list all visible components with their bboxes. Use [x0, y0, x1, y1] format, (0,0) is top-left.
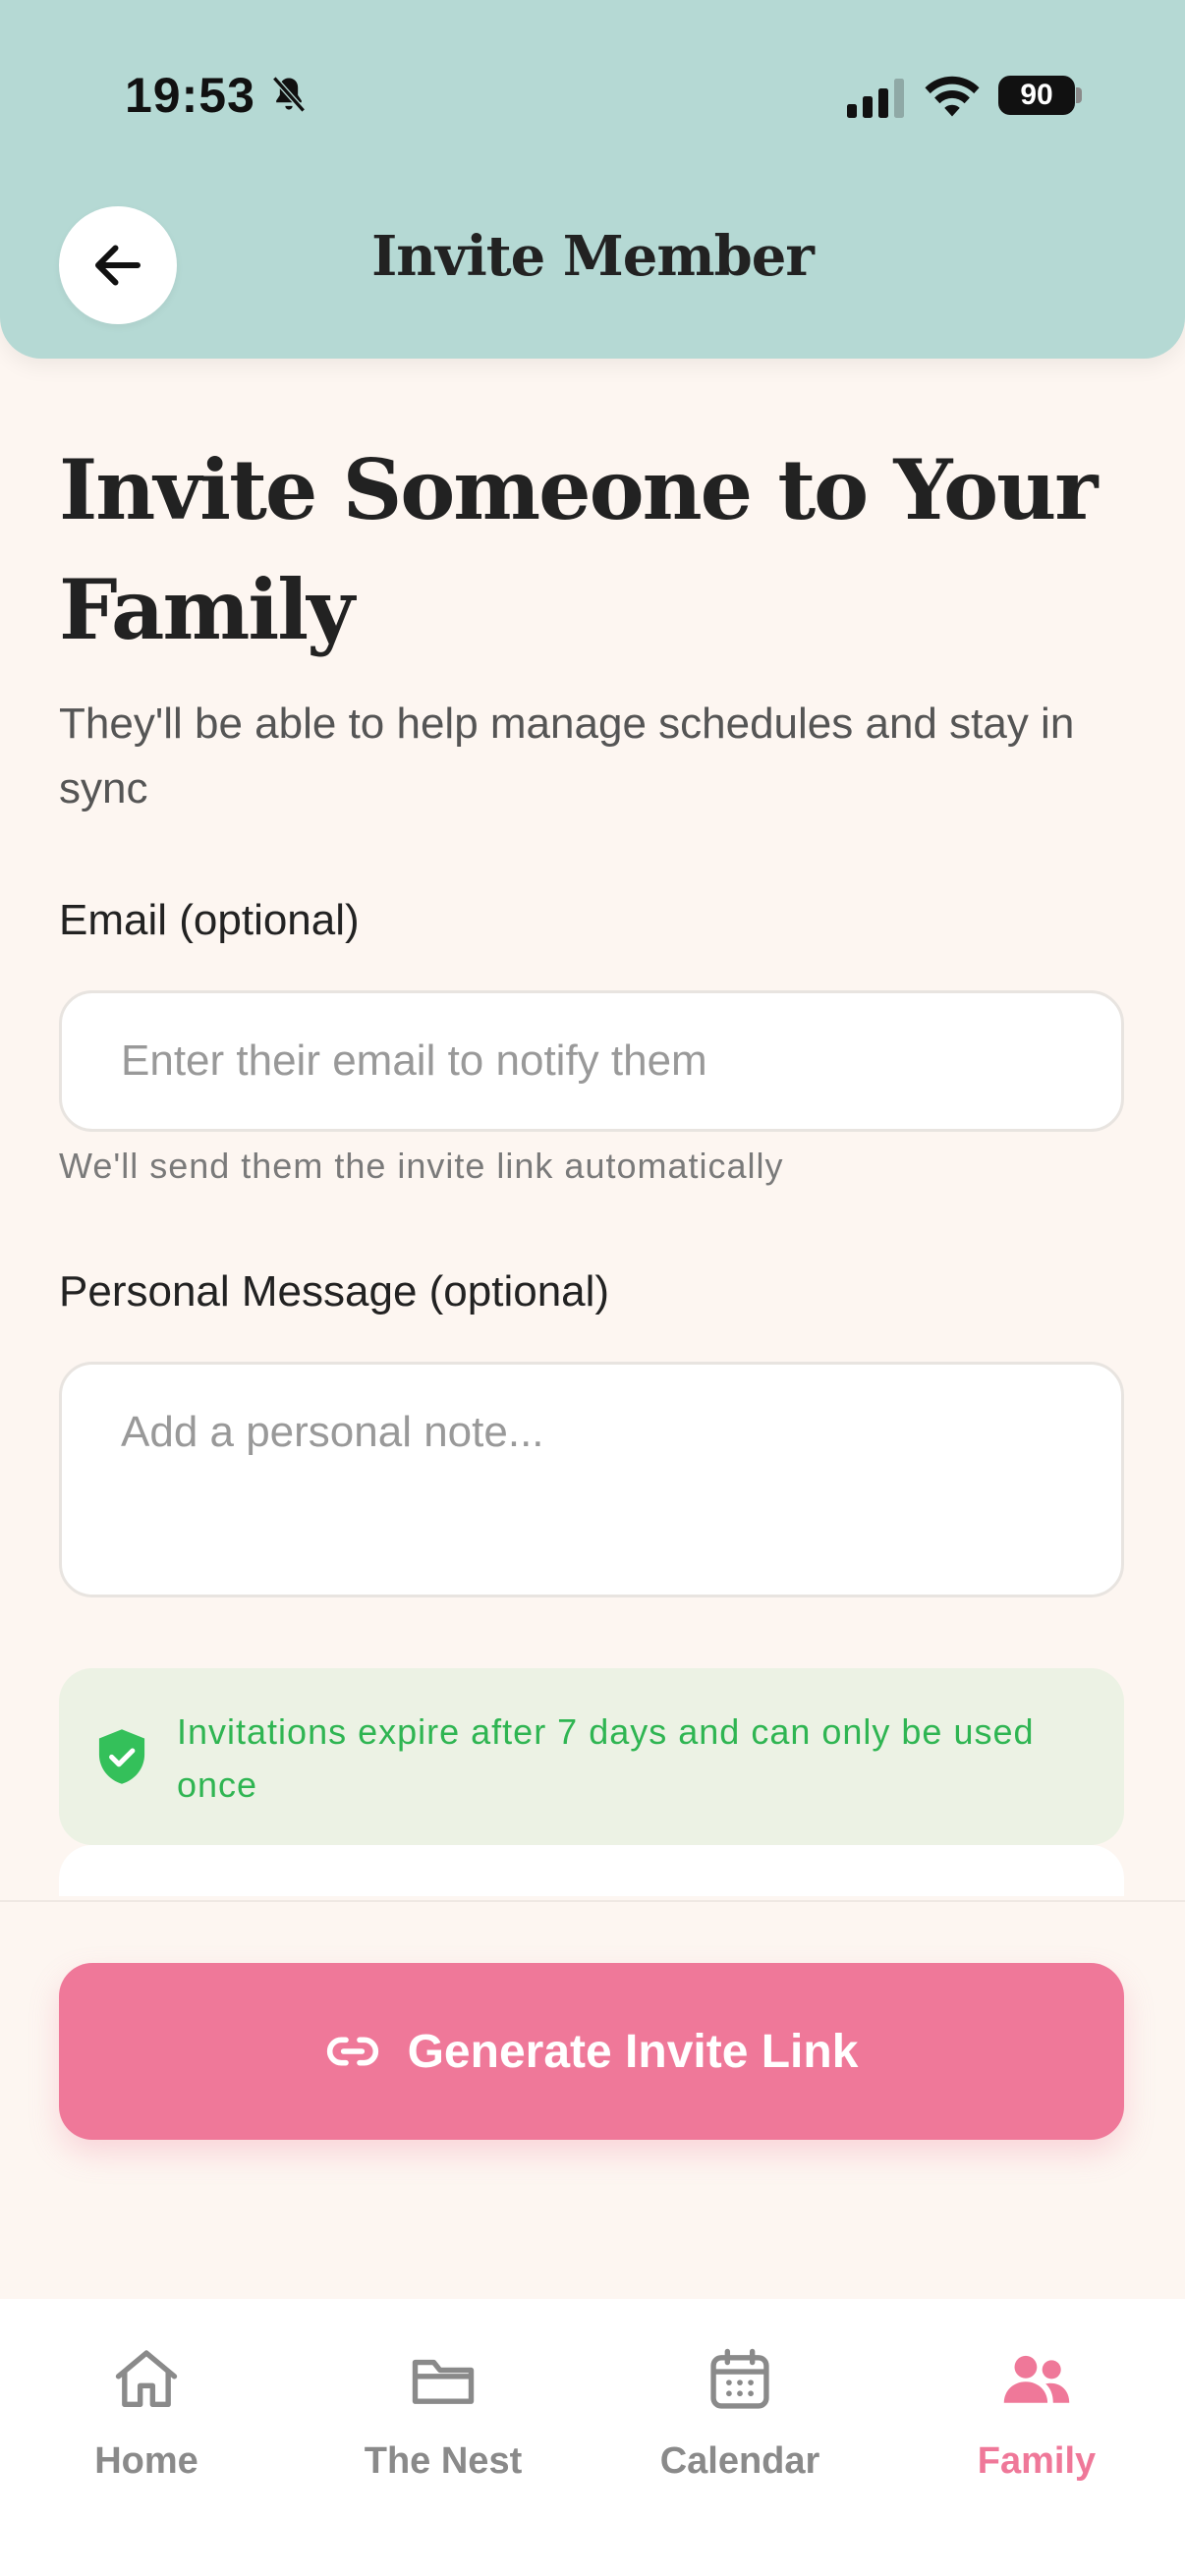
header: 19:53 90 Invite Member — [0, 0, 1185, 359]
message-placeholder: Add a personal note... — [121, 1408, 544, 1456]
action-area: Generate Invite Link — [0, 1900, 1185, 2301]
tab-the-nest[interactable]: The Nest — [325, 2342, 561, 2483]
tab-calendar[interactable]: Calendar — [622, 2342, 858, 2483]
message-label: Personal Message (optional) — [59, 1267, 610, 1316]
home-icon — [115, 2350, 178, 2408]
partial-card — [59, 1845, 1124, 1896]
people-icon — [1003, 2355, 1070, 2403]
email-field[interactable]: Enter their email to notify them — [59, 990, 1124, 1132]
status-time: 19:53 — [125, 68, 255, 123]
email-label: Email (optional) — [59, 896, 360, 944]
expiry-notice-text: Invitations expire after 7 days and can … — [177, 1711, 1035, 1805]
folder-icon — [412, 2359, 475, 2404]
battery-indicator: 90 — [998, 76, 1075, 115]
tab-calendar-label: Calendar — [659, 2440, 820, 2482]
generate-invite-link-button[interactable]: Generate Invite Link — [59, 1963, 1124, 2140]
calendar-icon — [710, 2348, 769, 2409]
battery-level: 90 — [1020, 79, 1053, 111]
email-placeholder: Enter their email to notify them — [121, 1036, 707, 1085]
shield-check-icon — [98, 1729, 145, 1784]
page-title: Invite Someone to Your Family — [59, 441, 1098, 658]
bell-muted-icon — [272, 76, 306, 113]
header-title: Invite Member — [371, 224, 815, 289]
wifi-icon — [925, 76, 980, 117]
link-icon — [326, 2037, 378, 2066]
generate-invite-link-label: Generate Invite Link — [407, 2025, 859, 2078]
tab-home[interactable]: Home — [28, 2342, 264, 2483]
personal-message-field[interactable]: Add a personal note... — [59, 1362, 1124, 1597]
expiry-notice: Invitations expire after 7 days and can … — [59, 1668, 1124, 1845]
page-subtitle: They'll be able to help manage schedules… — [59, 700, 1075, 812]
tab-the-nest-label: The Nest — [364, 2440, 523, 2482]
tab-bar: Home The Nest Calendar Family — [0, 2299, 1185, 2576]
tab-family[interactable]: Family — [919, 2342, 1155, 2483]
battery-tip — [1076, 87, 1082, 103]
tab-family-label: Family — [977, 2440, 1097, 2482]
tab-home-label: Home — [94, 2440, 198, 2482]
cellular-signal-icon — [847, 79, 904, 118]
email-helper-text: We'll send them the invite link automati… — [59, 1146, 784, 1186]
